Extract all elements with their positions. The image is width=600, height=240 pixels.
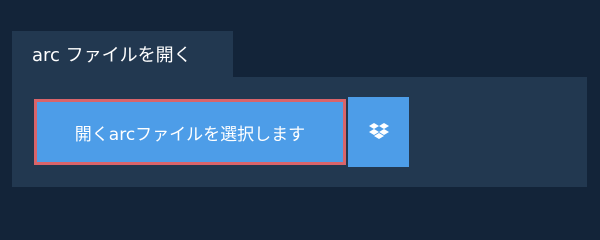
select-arc-file-button-label: 開くarcファイルを選択します [74, 124, 306, 145]
dropbox-button[interactable] [348, 97, 409, 167]
page: arc ファイルを開く 開くarcファイルを選択します [0, 0, 600, 230]
dropbox-icon [368, 123, 389, 139]
tab-label: arc ファイルを開く [32, 45, 192, 66]
select-arc-file-button[interactable]: 開くarcファイルを選択します [34, 99, 346, 165]
tab-open-arc-file[interactable]: arc ファイルを開く [12, 31, 233, 77]
